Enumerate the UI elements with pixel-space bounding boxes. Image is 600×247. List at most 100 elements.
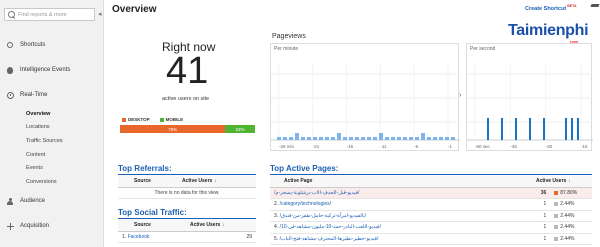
chart-nav-arrow-icon[interactable]: › — [459, 92, 461, 99]
per-minute-bar — [355, 137, 359, 140]
collapse-sidebar-icon[interactable]: ◂ — [98, 10, 102, 18]
nav-audience[interactable]: Audience — [0, 194, 104, 208]
pct-bar — [554, 236, 559, 241]
per-minute-bar — [403, 137, 407, 140]
pct-bar — [554, 202, 559, 207]
per-second-bar — [529, 118, 531, 140]
subnav-content[interactable]: Content — [26, 148, 63, 162]
subnav-events[interactable]: Events — [26, 161, 63, 175]
social-col-active[interactable]: Active Users ↓ — [186, 220, 256, 232]
nav-intelligence-events[interactable]: Intelligence Events — [0, 63, 104, 77]
legend-desktop: DESKTOP — [122, 117, 150, 122]
page-row-users: 1 — [532, 233, 551, 245]
per-minute-bar — [295, 133, 299, 140]
per-minute-bar — [277, 137, 281, 140]
per-second-chart-svg: -60 sec -45 -30 -15 — [467, 64, 593, 149]
pages-header-row: Active Page Active Users ↓ — [270, 176, 592, 188]
page-row-pct: 87.80% — [550, 187, 592, 199]
per-second-tick-label: -60 sec — [475, 144, 491, 149]
nav-intelligence-label: Intelligence Events — [20, 67, 71, 73]
subnav-conversions[interactable]: Conversions — [26, 175, 63, 189]
graduation-cap-icon[interactable] — [591, 3, 599, 9]
page-link[interactable]: /فيديو-قبل-الحدف-الاب-برشلونة-يسخر-م/ — [274, 190, 359, 196]
referrals-col-active[interactable]: Active Users ↓ — [178, 176, 256, 188]
search-input[interactable] — [18, 11, 88, 18]
subnav-traffic-sources[interactable]: Traffic Sources — [26, 134, 63, 148]
top-active-pages-title: Top Active Pages: — [270, 164, 339, 173]
subnav-locations[interactable]: Locations — [26, 121, 63, 135]
pages-col-active[interactable]: Active Users ↓ — [532, 176, 592, 188]
per-minute-bar — [307, 137, 311, 140]
per-second-bar — [515, 118, 517, 140]
social-table: Source Active Users ↓ 1. Facebook 29 — [118, 220, 256, 243]
subnav-overview[interactable]: Overview — [26, 107, 63, 121]
per-minute-tick-label: -21 — [313, 144, 320, 149]
pages-col-page[interactable]: Active Page — [270, 176, 532, 188]
per-minute-bar — [445, 137, 449, 140]
per-second-tick-label: -15 — [581, 144, 588, 149]
page-link[interactable]: /فيديو-اللعب-البادر-حمد-10-مليون-مشاهد-ف… — [280, 224, 381, 230]
active-pages-table: Active Page Active Users ↓ /فيديو-قبل-الح… — [270, 176, 592, 245]
page-row-pct: 2.44% — [550, 198, 592, 211]
page-row: 2. /category/technologies/ 1 2.44% — [270, 198, 592, 211]
page-row: 5. /فيديو-خطير-تطيرها-المحترف-مشاهد-فتح-… — [270, 233, 592, 245]
per-minute-bar — [379, 133, 383, 140]
per-minute-bar — [421, 133, 425, 140]
per-minute-tick-label: -26 min — [279, 144, 295, 149]
page-row: 3. /بالفيديو-امرأة-تركية-حامل-تقفز-من-فن… — [270, 210, 592, 222]
page-row-users: 36 — [532, 187, 551, 199]
page-row-pct: 2.44% — [550, 221, 592, 234]
per-minute-bar — [283, 137, 287, 140]
page-row-users: 1 — [532, 198, 551, 211]
legend-mobile: MOBILE — [159, 117, 183, 122]
report-search-box[interactable] — [4, 8, 95, 21]
sort-desc-icon[interactable]: ↓ — [568, 178, 571, 184]
nav-shortcuts[interactable]: Shortcuts — [0, 38, 104, 52]
referrals-header-row: Source Active Users ↓ — [118, 176, 256, 188]
social-header-row: Source Active Users ↓ — [118, 220, 256, 232]
sort-desc-icon[interactable]: ↓ — [222, 222, 225, 228]
clock-icon — [6, 91, 14, 99]
page-title: Overview — [112, 4, 157, 15]
per-minute-bar — [373, 137, 377, 140]
per-minute-tick-label: -1 — [448, 144, 452, 149]
per-minute-bar — [385, 137, 389, 140]
per-minute-bar — [331, 137, 335, 140]
page-row-cell: 2. /category/technologies/ — [270, 198, 532, 211]
pct-bar — [554, 213, 559, 218]
nav-acquisition[interactable]: Acquisition — [0, 219, 104, 233]
active-users-caption: active users on site — [162, 96, 210, 102]
per-second-tick-label: -30 — [546, 144, 553, 149]
page-row-pct: 2.44% — [550, 210, 592, 222]
per-minute-bar — [415, 137, 419, 140]
page-link[interactable]: /category/technologies/ — [280, 201, 331, 207]
search-icon — [8, 11, 15, 18]
referrals-empty-row: There is no data for this view. — [118, 187, 256, 199]
page-link[interactable]: /فيديو-خطير-تطيرها-المحترف-مشاهد-فتح-الب… — [280, 236, 379, 242]
page-row-users: 1 — [532, 221, 551, 234]
referrals-col-source[interactable]: Source — [118, 176, 178, 188]
page-link[interactable]: /بالفيديو-امرأة-تركية-حامل-تقفز-من-فندق/ — [280, 213, 367, 219]
per-minute-chart-svg: -26 min -21 -16 -11 -6 -1 — [271, 64, 460, 149]
nav-real-time[interactable]: Real-Time — [0, 88, 104, 102]
sort-desc-icon[interactable]: ↓ — [214, 178, 217, 184]
create-shortcut-link[interactable]: Create ShortcutBETA — [525, 4, 577, 12]
social-col-source[interactable]: Source — [118, 220, 186, 232]
referrals-empty-text: There is no data for this view. — [118, 187, 256, 199]
acquisition-icon — [6, 222, 14, 230]
per-minute-bar — [325, 137, 329, 140]
pct-bar — [554, 225, 559, 230]
social-source-link[interactable]: Facebook — [128, 234, 150, 240]
device-legend: DESKTOP MOBILE — [122, 117, 183, 122]
per-second-bar — [543, 118, 545, 140]
per-second-bar — [487, 118, 489, 140]
per-minute-bar — [313, 137, 317, 140]
referrals-divider — [118, 174, 256, 175]
nav-shortcuts-label: Shortcuts — [20, 42, 46, 48]
page-row-cell: 3. /بالفيديو-امرأة-تركية-حامل-تقفز-من-فن… — [270, 210, 532, 222]
per-second-bar — [501, 118, 503, 140]
per-minute-bar — [343, 137, 347, 140]
pages-divider — [270, 174, 592, 175]
per-minute-tick-label: -11 — [380, 144, 387, 149]
page-row-cell: 4. /فيديو-اللعب-البادر-حمد-10-مليون-مشاه… — [270, 221, 532, 234]
